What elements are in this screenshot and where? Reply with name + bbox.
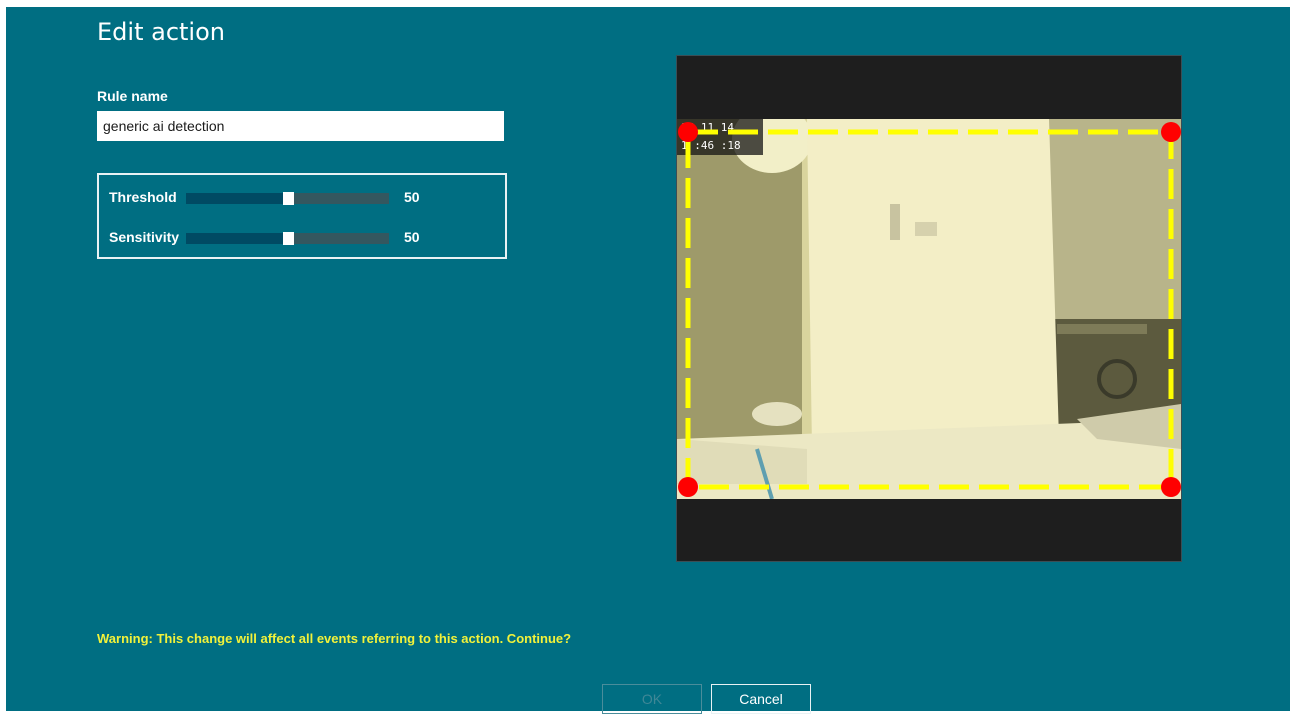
roi-handle-top-left[interactable] [678, 122, 698, 142]
ok-button[interactable]: OK [602, 684, 702, 714]
edit-action-dialog: Edit action Rule name Threshold 50 Sensi… [6, 7, 1290, 714]
roi-handle-bottom-left[interactable] [678, 477, 698, 497]
sensitivity-slider[interactable] [186, 232, 389, 245]
cancel-button[interactable]: Cancel [711, 684, 811, 714]
detection-region-outline [685, 129, 1174, 490]
sensitivity-slider-fill [186, 233, 288, 244]
roi-handle-bottom-right[interactable] [1161, 477, 1181, 497]
rule-name-label: Rule name [97, 88, 168, 104]
threshold-row: Threshold 50 [99, 187, 505, 209]
threshold-slider[interactable] [186, 192, 389, 205]
threshold-value: 50 [404, 189, 420, 205]
rule-name-input[interactable] [97, 111, 504, 141]
threshold-slider-fill [186, 193, 288, 204]
sensitivity-value: 50 [404, 229, 420, 245]
threshold-slider-thumb[interactable] [282, 192, 294, 205]
sensitivity-row: Sensitivity 50 [99, 227, 505, 249]
camera-preview-panel: 14 11 14 1 :46 :18 [676, 55, 1182, 562]
sensitivity-label: Sensitivity [109, 229, 180, 245]
camera-image: 14 11 14 1 :46 :18 [677, 119, 1181, 499]
warning-message: Warning: This change will affect all eve… [97, 631, 572, 646]
sensitivity-slider-thumb[interactable] [282, 232, 294, 245]
roi-handle-top-right[interactable] [1161, 122, 1181, 142]
threshold-label: Threshold [109, 189, 177, 205]
detection-region[interactable] [677, 119, 1181, 499]
slider-panel: Threshold 50 Sensitivity 50 [97, 173, 507, 259]
dialog-title: Edit action [97, 18, 225, 46]
